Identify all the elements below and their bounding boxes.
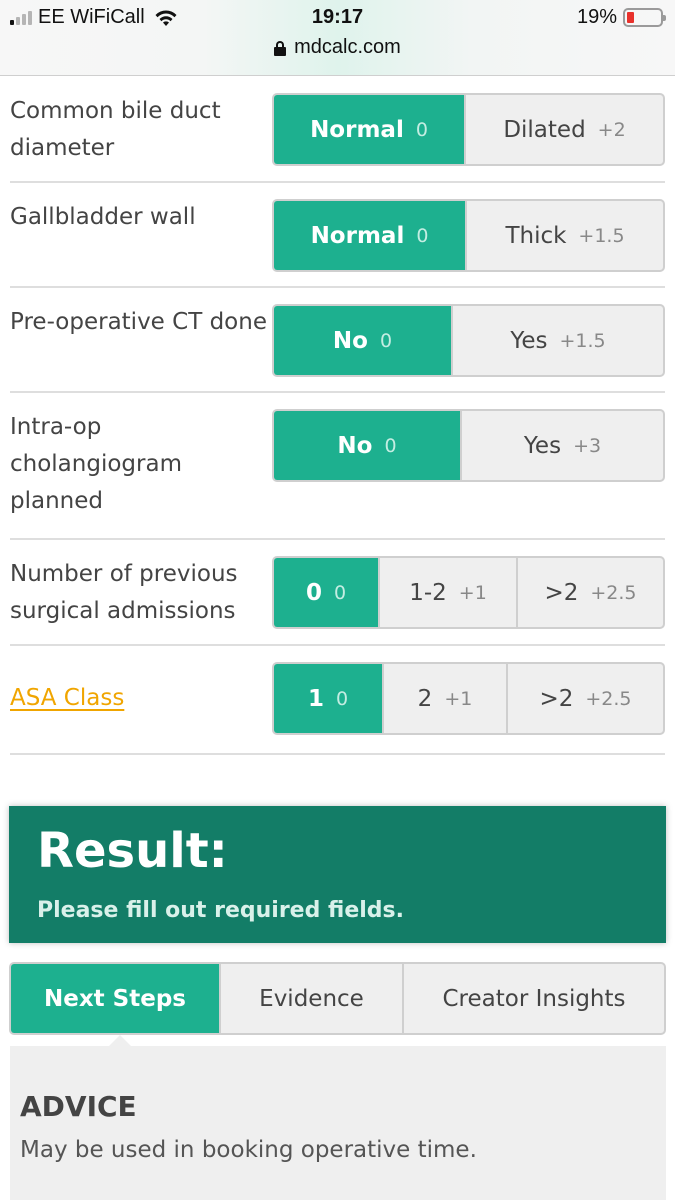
option-group: 0 0 1-2 +1 >2 +2.5	[272, 556, 665, 629]
option-points: 0	[415, 118, 428, 141]
option-points: +1.5	[559, 329, 606, 352]
option-label: >2	[544, 579, 579, 606]
option-label: 1	[307, 685, 324, 712]
advice-text: May be used in booking operative time.	[20, 1137, 477, 1163]
lock-icon	[274, 40, 287, 56]
option-group: Normal 0 Thick +1.5	[272, 199, 665, 272]
info-tabs: Next Steps Evidence Creator Insights	[9, 962, 666, 1035]
result-message: Please fill out required fields.	[37, 898, 404, 923]
option-points: 0	[333, 581, 347, 604]
option-label: Normal	[310, 116, 404, 143]
option-group: No 0 Yes +3	[272, 409, 665, 482]
option-points: 0	[384, 434, 397, 457]
option-group: Normal 0 Dilated +2	[272, 93, 665, 166]
option-label: Dilated	[503, 116, 586, 143]
url-domain[interactable]: mdcalc.com	[294, 36, 401, 59]
advice-panel: ADVICE May be used in booking operative …	[10, 1046, 666, 1200]
option-label: Normal	[310, 222, 405, 249]
option-thick[interactable]: Thick +1.5	[465, 201, 663, 270]
option-gt-2[interactable]: >2 +2.5	[506, 664, 663, 733]
form-row-intraop-cholangiogram: Intra-op cholangiogram planned No 0 Yes …	[10, 393, 665, 540]
form-row-previous-admissions: Number of previous surgical admissions 0…	[10, 540, 665, 646]
option-label: No	[337, 432, 373, 459]
option-points: +2.5	[585, 687, 632, 710]
option-points: +2.5	[590, 581, 637, 604]
option-group: No 0 Yes +1.5	[272, 304, 665, 377]
tab-evidence[interactable]: Evidence	[219, 964, 402, 1033]
option-points: +1	[458, 581, 487, 604]
form-row-cbd-diameter: Common bile duct diameter Normal 0 Dilat…	[10, 77, 665, 183]
option-label: 2	[417, 685, 433, 712]
form-row-preop-ct: Pre-operative CT done No 0 Yes +1.5	[10, 288, 665, 393]
option-points: +2	[597, 118, 626, 141]
option-points: +1	[444, 687, 473, 710]
row-label: Pre-operative CT done	[10, 309, 267, 335]
status-right: 19%	[576, 6, 666, 29]
option-label: 0	[305, 579, 322, 606]
option-no[interactable]: No 0	[274, 411, 460, 480]
option-label: Yes	[523, 432, 562, 459]
asa-class-link[interactable]: ASA Class	[10, 662, 272, 735]
option-1-2[interactable]: 1-2 +1	[378, 558, 516, 627]
option-points: 0	[416, 224, 429, 247]
option-0[interactable]: 0 0	[274, 558, 378, 627]
row-label: Intra-op cholangiogram planned	[10, 414, 182, 514]
option-points: 0	[335, 687, 349, 710]
tab-next-steps[interactable]: Next Steps	[11, 964, 219, 1033]
tab-pointer	[108, 1035, 132, 1047]
clock: 19:17	[311, 6, 364, 28]
row-label: Common bile duct diameter	[10, 98, 221, 161]
battery-percent: 19%	[576, 6, 617, 28]
option-normal[interactable]: Normal 0	[274, 201, 465, 270]
option-dilated[interactable]: Dilated +2	[464, 95, 663, 164]
option-label: Thick	[505, 222, 567, 249]
form-row-asa-class: ASA Class 1 0 2 +1 >2 +2.5	[10, 646, 665, 755]
option-points: +3	[573, 434, 602, 457]
row-label: Number of previous surgical admissions	[10, 561, 238, 624]
option-1[interactable]: 1 0	[274, 664, 382, 733]
battery-icon	[623, 8, 666, 27]
option-gt-2[interactable]: >2 +2.5	[516, 558, 663, 627]
result-panel: Result: Please fill out required fields.	[9, 806, 666, 943]
option-yes[interactable]: Yes +1.5	[451, 306, 663, 375]
option-points: 0	[379, 329, 393, 352]
option-label: 1-2	[409, 579, 447, 606]
option-group: 1 0 2 +1 >2 +2.5	[272, 662, 665, 735]
option-points: +1.5	[578, 224, 625, 247]
result-title: Result:	[37, 823, 228, 879]
calculator-form: Common bile duct diameter Normal 0 Dilat…	[10, 77, 665, 755]
row-label: Gallbladder wall	[10, 204, 196, 230]
option-2[interactable]: 2 +1	[382, 664, 506, 733]
option-no[interactable]: No 0	[274, 306, 451, 375]
option-yes[interactable]: Yes +3	[460, 411, 663, 480]
form-row-gallbladder-wall: Gallbladder wall Normal 0 Thick +1.5	[10, 183, 665, 288]
browser-chrome: EE WiFiCall 19:17 19% mdcalc.com	[0, 0, 675, 76]
tab-creator-insights[interactable]: Creator Insights	[402, 964, 664, 1033]
option-normal[interactable]: Normal 0	[274, 95, 464, 164]
advice-heading: ADVICE	[20, 1090, 137, 1123]
option-label: Yes	[510, 327, 548, 354]
url-bar[interactable]: mdcalc.com	[0, 36, 675, 59]
option-label: >2	[539, 685, 574, 712]
option-label: No	[332, 327, 368, 354]
